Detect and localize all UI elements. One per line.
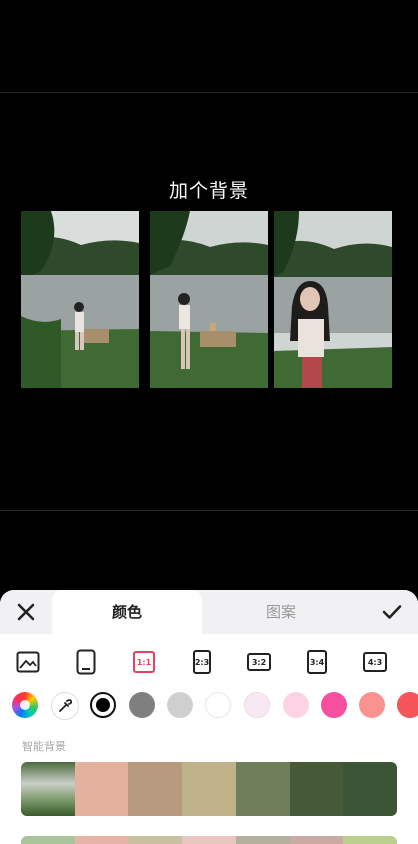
palette-color[interactable] — [289, 762, 344, 816]
ratio-4-3-label: 4:3 — [363, 652, 387, 672]
confirm-button[interactable] — [376, 596, 408, 628]
tab-color[interactable]: 颜色 — [52, 590, 202, 634]
ratio-3-4-button[interactable]: 3:4 — [304, 648, 330, 676]
palette-color[interactable] — [74, 836, 129, 844]
color-swatch-black-selected[interactable] — [90, 692, 116, 718]
canvas-top-border — [0, 92, 418, 93]
canvas-bottom-border — [0, 510, 418, 511]
color-swatch[interactable] — [167, 692, 193, 718]
color-swatch[interactable] — [205, 692, 231, 718]
palette-color[interactable] — [343, 836, 397, 844]
tab-bar: 颜色 图案 — [0, 590, 418, 634]
canvas-top-area — [0, 0, 418, 92]
color-wheel-button[interactable] — [12, 692, 38, 718]
close-icon — [17, 603, 35, 621]
photo-3[interactable] — [274, 211, 392, 388]
palette-thumbnail[interactable] — [21, 762, 75, 816]
smart-background-label: 智能背景 — [22, 740, 66, 753]
ratio-3-4-label: 3:4 — [307, 650, 327, 674]
palette-color[interactable] — [128, 762, 183, 816]
second-palette-row[interactable] — [21, 836, 397, 844]
palette-color[interactable] — [343, 762, 397, 816]
palette-color[interactable] — [21, 836, 75, 844]
ratio-3-2-label: 3:2 — [247, 653, 271, 671]
photo-1[interactable] — [21, 211, 139, 388]
color-swatch-row — [0, 690, 418, 720]
preview-title: 加个背景 — [168, 180, 249, 202]
color-swatch[interactable] — [283, 692, 309, 718]
color-wheel-center — [20, 700, 30, 710]
selected-color-dot — [96, 698, 110, 712]
palette-color[interactable] — [235, 762, 290, 816]
ratio-1-1-label: 1:1 — [133, 651, 155, 673]
close-button[interactable] — [10, 596, 42, 628]
color-swatch[interactable] — [244, 692, 270, 718]
photo-2[interactable] — [150, 211, 268, 388]
eyedropper-icon — [59, 699, 72, 712]
ratio-2-3-button[interactable]: 2:3 — [190, 648, 214, 676]
eyedropper-button[interactable] — [51, 692, 79, 720]
palette-color[interactable] — [235, 836, 290, 844]
phone-ratio-button[interactable] — [74, 648, 98, 676]
background-image-button[interactable] — [14, 648, 42, 676]
color-swatch[interactable] — [321, 692, 347, 718]
palette-color[interactable] — [128, 836, 183, 844]
ratio-3-2-button[interactable]: 3:2 — [246, 648, 272, 676]
ratio-4-3-button[interactable]: 4:3 — [362, 648, 388, 676]
color-swatch[interactable] — [129, 692, 155, 718]
palette-color[interactable] — [182, 762, 236, 816]
palette-color[interactable] — [182, 836, 236, 844]
palette-color[interactable] — [74, 762, 129, 816]
phone-icon — [76, 649, 96, 675]
background-panel: 颜色 图案 1:1 2:3 3:2 3:4 4:3 智能背景 — [0, 590, 418, 844]
palette-color[interactable] — [289, 836, 344, 844]
ratio-1-1-button[interactable]: 1:1 — [132, 648, 156, 676]
tab-pattern[interactable]: 图案 — [206, 590, 356, 634]
image-icon — [16, 651, 40, 673]
ratio-2-3-label: 2:3 — [193, 650, 211, 674]
color-swatch[interactable] — [397, 692, 418, 718]
ratio-toolbar: 1:1 2:3 3:2 3:4 4:3 — [0, 648, 418, 676]
smart-palette-row[interactable] — [21, 762, 397, 816]
check-icon — [382, 605, 402, 619]
color-swatch[interactable] — [359, 692, 385, 718]
